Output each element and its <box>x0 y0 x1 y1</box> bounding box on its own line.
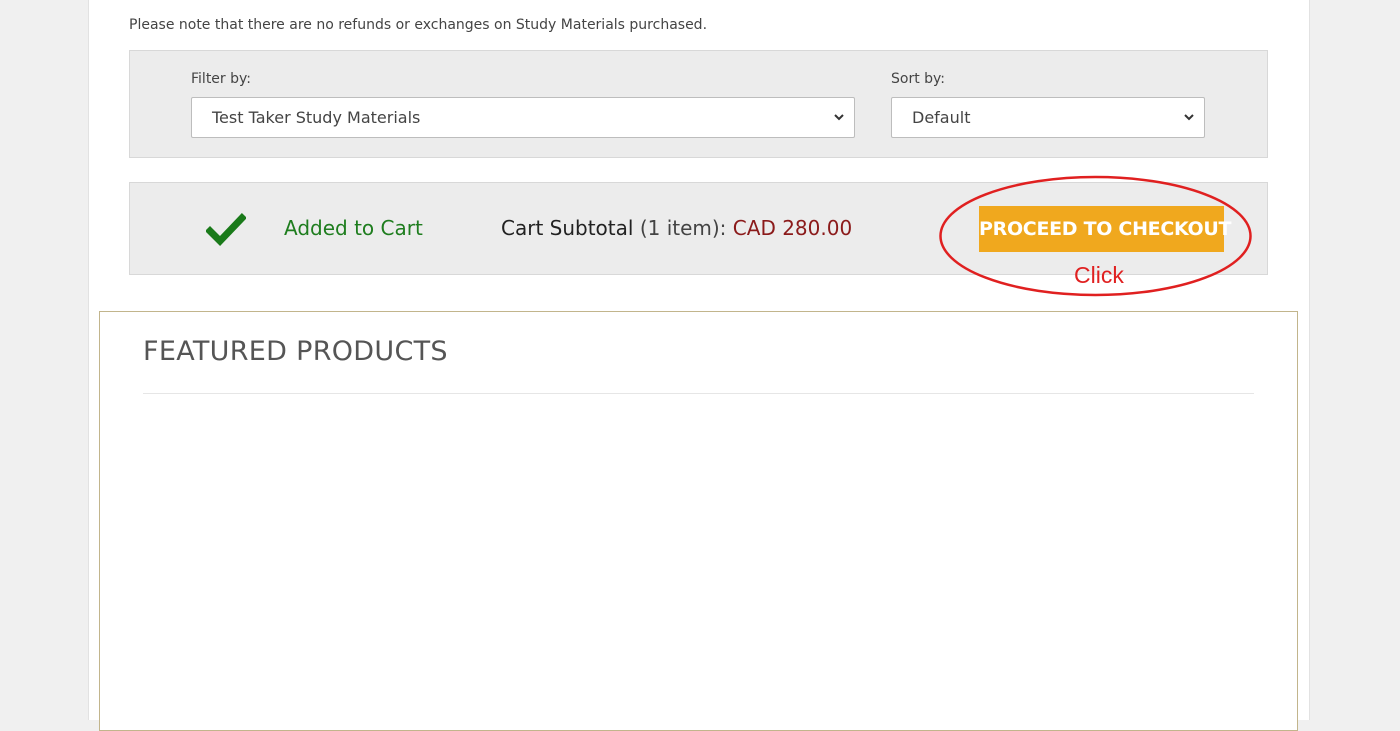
filter-label: Filter by: <box>191 71 251 87</box>
page-container: Please note that there are no refunds or… <box>88 0 1310 731</box>
chevron-down-icon <box>834 114 844 121</box>
featured-products-section: FEATURED PRODUCTS <box>99 311 1298 731</box>
proceed-to-checkout-button[interactable]: PROCEED TO CHECKOUT <box>979 206 1232 252</box>
divider <box>143 393 1254 394</box>
chevron-down-icon <box>1184 114 1194 121</box>
featured-products-title: FEATURED PRODUCTS <box>143 336 448 367</box>
subtotal-price: CAD 280.00 <box>732 216 853 240</box>
sort-select-value: Default <box>912 108 971 127</box>
filter-sort-panel: Filter by: Test Taker Study Materials So… <box>129 50 1268 158</box>
cart-subtotal: Cart Subtotal (1 item): CAD 280.00 <box>501 216 852 240</box>
annotation-click-label: Click <box>1074 262 1124 288</box>
sort-select[interactable]: Default <box>891 97 1205 138</box>
added-to-cart-text: Added to Cart <box>284 216 423 240</box>
sort-label: Sort by: <box>891 71 946 87</box>
refund-notice: Please note that there are no refunds or… <box>129 17 708 33</box>
filter-select-value: Test Taker Study Materials <box>212 108 421 127</box>
check-icon <box>206 213 246 247</box>
subtotal-label: Cart Subtotal <box>501 216 634 240</box>
filter-select[interactable]: Test Taker Study Materials <box>191 97 855 138</box>
item-count: (1 item): <box>639 216 727 240</box>
